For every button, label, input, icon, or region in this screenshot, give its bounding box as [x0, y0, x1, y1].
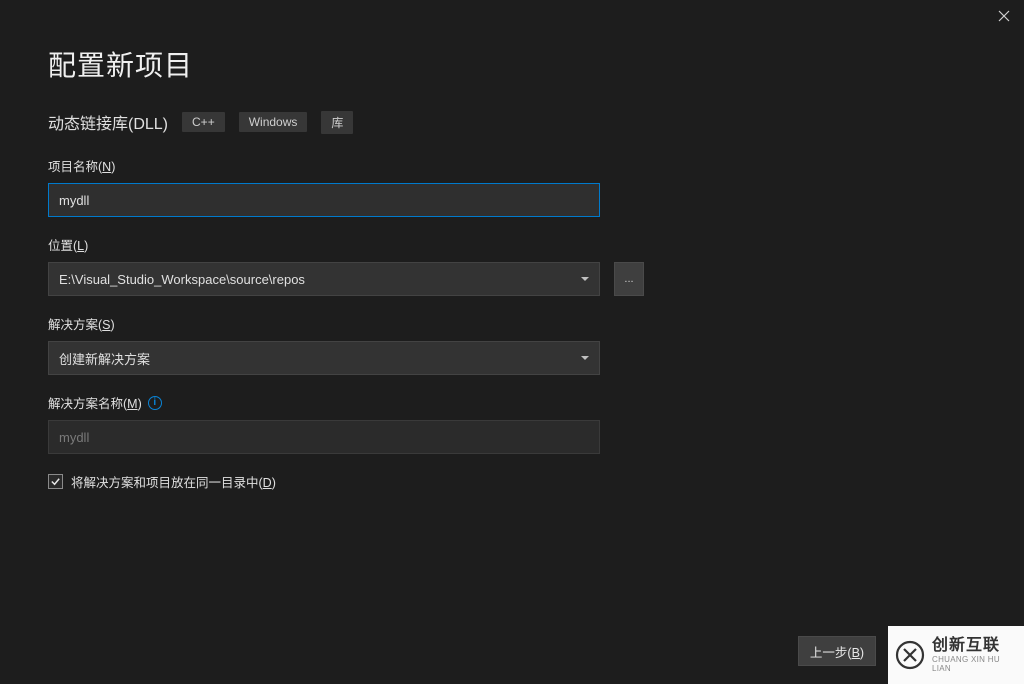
page-title: 配置新项目: [48, 44, 976, 84]
solution-name-label: 解决方案名称(M) i: [48, 393, 976, 412]
project-name-field: 项目名称(N): [48, 156, 976, 217]
browse-button[interactable]: ...: [614, 262, 644, 296]
template-name: 动态链接库(DLL): [48, 110, 168, 134]
tag-windows: Windows: [239, 112, 308, 132]
location-label: 位置(L): [48, 235, 976, 254]
solution-label: 解决方案(S): [48, 314, 976, 333]
ellipsis-icon: ...: [624, 273, 633, 285]
project-name-input[interactable]: [48, 183, 600, 217]
watermark-logo: 创新互联 CHUANG XIN HU LIAN: [888, 626, 1024, 684]
solution-field: 解决方案(S) 创建新解决方案: [48, 314, 976, 375]
solution-select[interactable]: 创建新解决方案: [48, 341, 600, 375]
chevron-down-icon: [581, 356, 589, 360]
close-icon: [998, 10, 1010, 22]
check-icon: [50, 476, 61, 487]
solution-name-input: [48, 420, 600, 454]
tag-library: 库: [321, 111, 353, 134]
location-select[interactable]: E:\Visual_Studio_Workspace\source\repos: [48, 262, 600, 296]
logo-en: CHUANG XIN HU LIAN: [932, 655, 1018, 673]
chevron-down-icon: [581, 277, 589, 281]
same-directory-row: 将解决方案和项目放在同一目录中(D): [48, 472, 976, 491]
footer-buttons: 上一步(B): [798, 636, 876, 666]
info-icon[interactable]: i: [148, 396, 162, 410]
logo-cn: 创新互联: [932, 637, 1018, 655]
back-button[interactable]: 上一步(B): [798, 636, 876, 666]
tag-cpp: C++: [182, 112, 225, 132]
project-name-label: 项目名称(N): [48, 156, 976, 175]
dialog-content: 配置新项目 动态链接库(DLL) C++ Windows 库 项目名称(N) 位…: [0, 0, 1024, 491]
location-value: E:\Visual_Studio_Workspace\source\repos: [59, 272, 305, 287]
location-field: 位置(L) E:\Visual_Studio_Workspace\source\…: [48, 235, 976, 296]
solution-value: 创建新解决方案: [59, 349, 150, 368]
same-directory-label: 将解决方案和项目放在同一目录中(D): [71, 472, 276, 491]
solution-name-field: 解决方案名称(M) i: [48, 393, 976, 454]
same-directory-checkbox[interactable]: [48, 474, 63, 489]
subtitle-row: 动态链接库(DLL) C++ Windows 库: [48, 110, 976, 134]
logo-icon: [894, 639, 926, 671]
logo-text: 创新互联 CHUANG XIN HU LIAN: [932, 637, 1018, 674]
close-button[interactable]: [994, 6, 1014, 26]
